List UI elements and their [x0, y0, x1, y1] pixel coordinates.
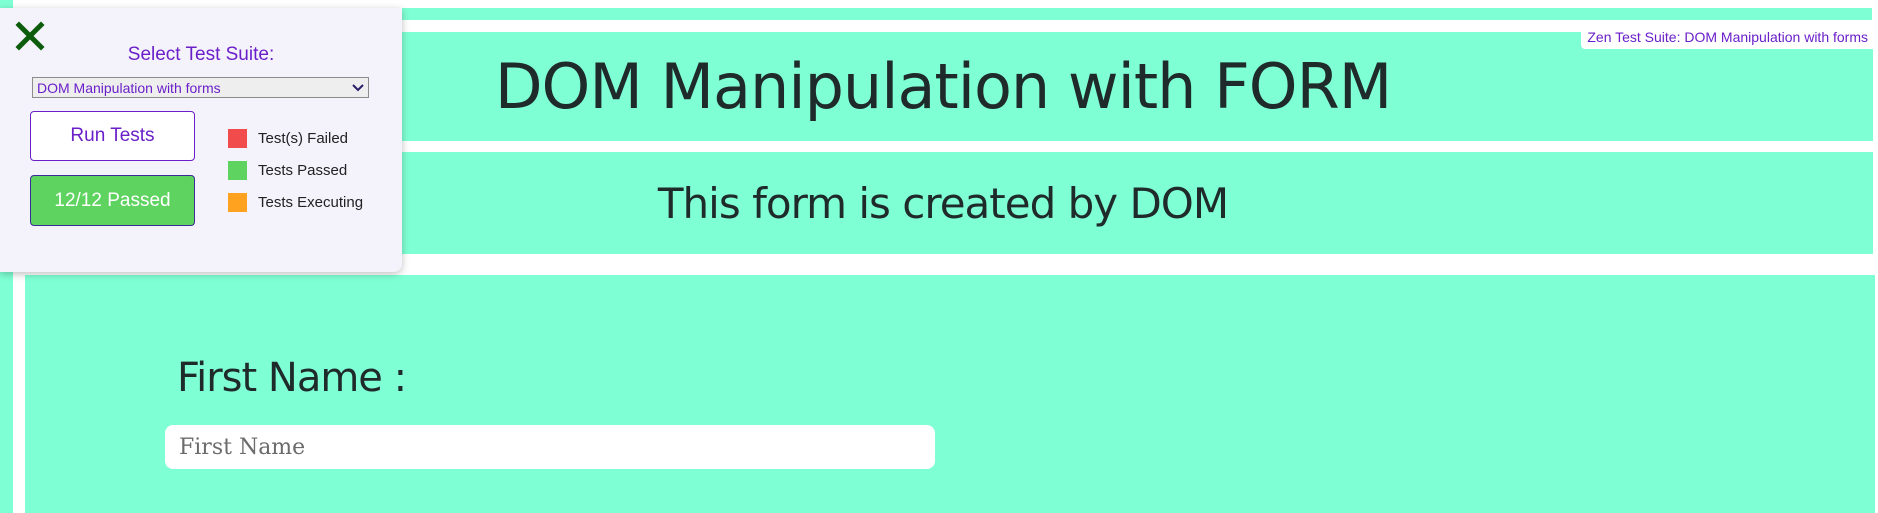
- legend-item-passed: Tests Passed: [228, 154, 363, 186]
- panel-heading: Select Test Suite:: [127, 44, 275, 65]
- selected-suite-label: DOM Manipulation with forms: [37, 79, 221, 96]
- legend-label: Test(s) Failed: [258, 129, 349, 147]
- page-title: DOM Manipulation with FORM: [494, 50, 1392, 123]
- test-result-button[interactable]: 12/12 Passed: [30, 175, 195, 226]
- suite-tag: Zen Test Suite: DOM Manipulation with fo…: [1581, 27, 1874, 49]
- test-suite-panel: Select Test Suite: DOM Manipulation with…: [0, 8, 402, 272]
- first-name-input[interactable]: [165, 425, 935, 469]
- first-name-label: First Name :: [177, 355, 407, 401]
- failed-swatch: [228, 128, 247, 148]
- legend-item-executing: Tests Executing: [228, 186, 363, 218]
- executing-swatch: [228, 192, 247, 212]
- test-suite-select[interactable]: DOM Manipulation with forms: [32, 77, 369, 98]
- run-tests-button[interactable]: Run Tests: [30, 111, 195, 161]
- page: DOM Manipulation with FORM This form is …: [0, 0, 1878, 513]
- legend-label: Tests Passed: [258, 161, 348, 179]
- legend-item-failed: Test(s) Failed: [228, 122, 363, 154]
- legend-label: Tests Executing: [258, 193, 364, 211]
- chevron-down-icon: [352, 83, 364, 91]
- passed-swatch: [228, 160, 247, 180]
- legend: Test(s) Failed Tests Passed Tests Execut…: [228, 122, 363, 218]
- form-section: First Name :: [25, 275, 1875, 513]
- page-subtitle: This form is created by DOM: [657, 178, 1229, 228]
